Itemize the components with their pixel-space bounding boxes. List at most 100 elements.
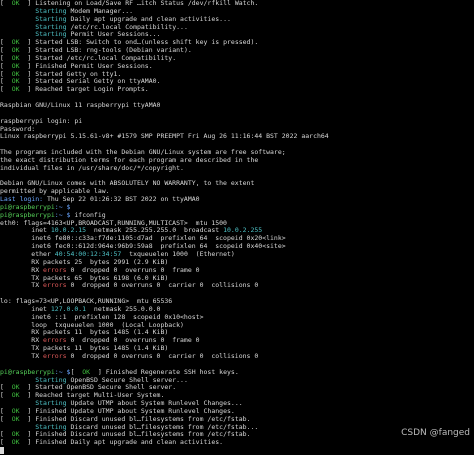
boot-message-text: Started Getty on tty1. [35, 70, 122, 78]
boot-message-line: Starting Modem Manager... [0, 8, 474, 16]
bracket-open: [ [0, 407, 12, 415]
boot-message-line: Starting OpenBSD Secure Shell server... [0, 377, 474, 385]
motd-line [0, 173, 474, 181]
prompt-line [0, 447, 474, 455]
status-ok-badge: OK [11, 384, 20, 392]
bracket-close: ] [19, 439, 36, 447]
boot-message-line: [ OK ] Reached target Multi-User System. [0, 392, 474, 400]
ifconfig-text: TX [0, 282, 44, 290]
ifconfig-text: netmask 255.0.0.0 [86, 305, 161, 313]
errors-label: errors [43, 352, 67, 360]
motd-text: The programs included with the Debian GN… [0, 149, 286, 157]
ifconfig-text: 0 dropped 0 overruns 0 frame 0 [66, 337, 200, 345]
login-line: raspberrypi login: pi [0, 118, 474, 126]
ifconfig-text: inet [0, 227, 51, 235]
boot-message-text: Finished Discard unused bl…filesystems f… [35, 431, 251, 439]
bracket-close: ] [90, 368, 106, 376]
command-text: ifconfig [70, 211, 106, 219]
status-ok-badge: OK [11, 439, 20, 447]
bracket-close: ] [19, 415, 36, 423]
ifconfig-text: TX packets 11 bytes 1485 (1.4 KiB) [0, 345, 169, 353]
bracket-open: [ [0, 415, 12, 423]
bracket-open: [ [70, 368, 83, 376]
last-login-value: Thu Sep 22 01:26:32 BST 2022 on ttyAMA0 [43, 196, 200, 204]
status-ok-badge: OK [11, 86, 20, 94]
ifconfig-line: TX errors 0 dropped 0 overruns 0 carrier… [0, 353, 474, 361]
boot-message-line: [ OK ] Finished Daily apt upgrade and cl… [0, 439, 474, 447]
ifconfig-line: inet6 ::1 prefixlen 128 scopeid 0x10<hos… [0, 314, 474, 322]
ifconfig-text: lo: flags=73<UP,LOOPBACK,RUNNING> mtu 65… [0, 298, 173, 306]
errors-label: errors [43, 337, 67, 345]
bracket-close: ] [19, 78, 36, 86]
ifconfig-text: RX [0, 266, 44, 274]
bracket-open: [ [0, 39, 12, 47]
ifconfig-line: inet6 fec0::612d:964e:96b9:59a8 prefixle… [0, 243, 474, 251]
cursor-block [0, 447, 4, 455]
status-ok-badge: OK [11, 47, 20, 55]
terminal-output[interactable]: [ OK ] Listening on Load/Save RF …itch S… [0, 0, 474, 455]
ifconfig-line: TX packets 65 bytes 6198 (6.0 KiB) [0, 275, 474, 283]
ifconfig-line: ether 40:54:00:12:34:57 txqueuelen 1000 … [0, 251, 474, 259]
password-prompt: Password: [0, 125, 36, 133]
address-value: 40:54:00:12:34:57 [54, 251, 122, 258]
uname-line: Linux raspberrypi 5.15.61-v8+ #1579 SMP … [0, 133, 474, 141]
ifconfig-text: 0 dropped 0 overruns 0 carrier 0 collisi… [66, 352, 259, 360]
ifconfig-line: RX packets 11 bytes 1485 (1.4 KiB) [0, 329, 474, 337]
ifconfig-text: eth0: flags=4163<UP,BROADCAST,RUNNING,MU… [0, 219, 227, 227]
status-ok-badge: OK [11, 62, 20, 70]
ifconfig-line: lo: flags=73<UP,LOOPBACK,RUNNING> mtu 65… [0, 298, 474, 306]
ifconfig-text: RX packets 25 bytes 2991 (2.9 KiB) [0, 258, 169, 266]
bracket-close: ] [19, 384, 36, 392]
boot-message-text: Daily apt upgrade and clean activities..… [66, 15, 231, 23]
bracket-close: ] [19, 62, 36, 70]
boot-message-line: [ OK ] Listening on Load/Save RF …itch S… [0, 0, 474, 8]
status-ok-badge: OK [11, 407, 20, 415]
boot-message-line: [ OK ] Started /etc/rc.local Compatibili… [0, 55, 474, 63]
banner-line: Raspbian GNU/Linux 11 raspberrypi ttyAMA… [0, 102, 474, 110]
errors-label: errors [43, 282, 67, 290]
boot-message-line: [ OK ] Finished Permit User Sessions. [0, 63, 474, 71]
prompt-user: pi@raspberrypi [0, 368, 55, 376]
bracket-close: ] [19, 407, 36, 415]
boot-message-text: Started OpenBSD Secure Shell server. [35, 384, 177, 392]
login-prompt: raspberrypi login: pi [0, 117, 83, 125]
motd-line: The programs included with the Debian GN… [0, 149, 474, 157]
ifconfig-text: 0 dropped 0 overruns 0 frame 0 [66, 266, 200, 274]
ifconfig-line: eth0: flags=4163<UP,BROADCAST,RUNNING,MU… [0, 220, 474, 228]
status-ok-badge: OK [11, 431, 20, 439]
ifconfig-text: RX packets 11 bytes 1485 (1.4 KiB) [0, 329, 169, 337]
bracket-close: ] [19, 392, 36, 400]
bracket-open: [ [0, 0, 12, 7]
motd-line: permitted by applicable law. [0, 188, 474, 196]
address-value: 10.0.2.15 [50, 227, 87, 235]
ifconfig-line: RX errors 0 dropped 0 overruns 0 frame 0 [0, 267, 474, 275]
kernel-info: Linux raspberrypi 5.15.61-v8+ #1579 SMP … [0, 133, 329, 141]
boot-message-text: Reached target Multi-User System. [35, 392, 165, 400]
ifconfig-line: inet 10.0.2.15 netmask 255.255.255.0 bro… [0, 227, 474, 235]
starting-label: Starting [35, 31, 67, 39]
motd-text: the exact distribution terms for each pr… [0, 156, 259, 164]
boot-message-line: [ OK ] Started LSB: rng-tools (Debian va… [0, 47, 474, 55]
status-ok-badge: OK [82, 368, 91, 376]
boot-message-line: Starting Daily apt upgrade and clean act… [0, 16, 474, 24]
bracket-close: ] [19, 39, 36, 47]
ifconfig-line: RX errors 0 dropped 0 overruns 0 frame 0 [0, 337, 474, 345]
starting-label: Starting [35, 400, 67, 408]
boot-message-line: [ OK ] Reached target Login Prompts. [0, 86, 474, 94]
boot-message-text: Listening on Load/Save RF …itch Status /… [35, 0, 259, 7]
ifconfig-text: RX [0, 337, 44, 345]
motd-text: permitted by applicable law. [0, 188, 110, 196]
boot-message-line: [ OK ] Started Getty on tty1. [0, 71, 474, 79]
ifconfig-line: TX packets 11 bytes 1485 (1.4 KiB) [0, 345, 474, 353]
ifconfig-text: inet6 fe80::c33a:f7de:1105:d7ad prefixle… [0, 235, 286, 243]
ifconfig-text: ether [0, 251, 55, 258]
boot-message-text: Started LSB: Switch to ond…(unless shift… [35, 39, 259, 47]
boot-message-line: Starting Update UTMP about System Runlev… [0, 400, 474, 408]
bracket-open: [ [0, 384, 12, 392]
